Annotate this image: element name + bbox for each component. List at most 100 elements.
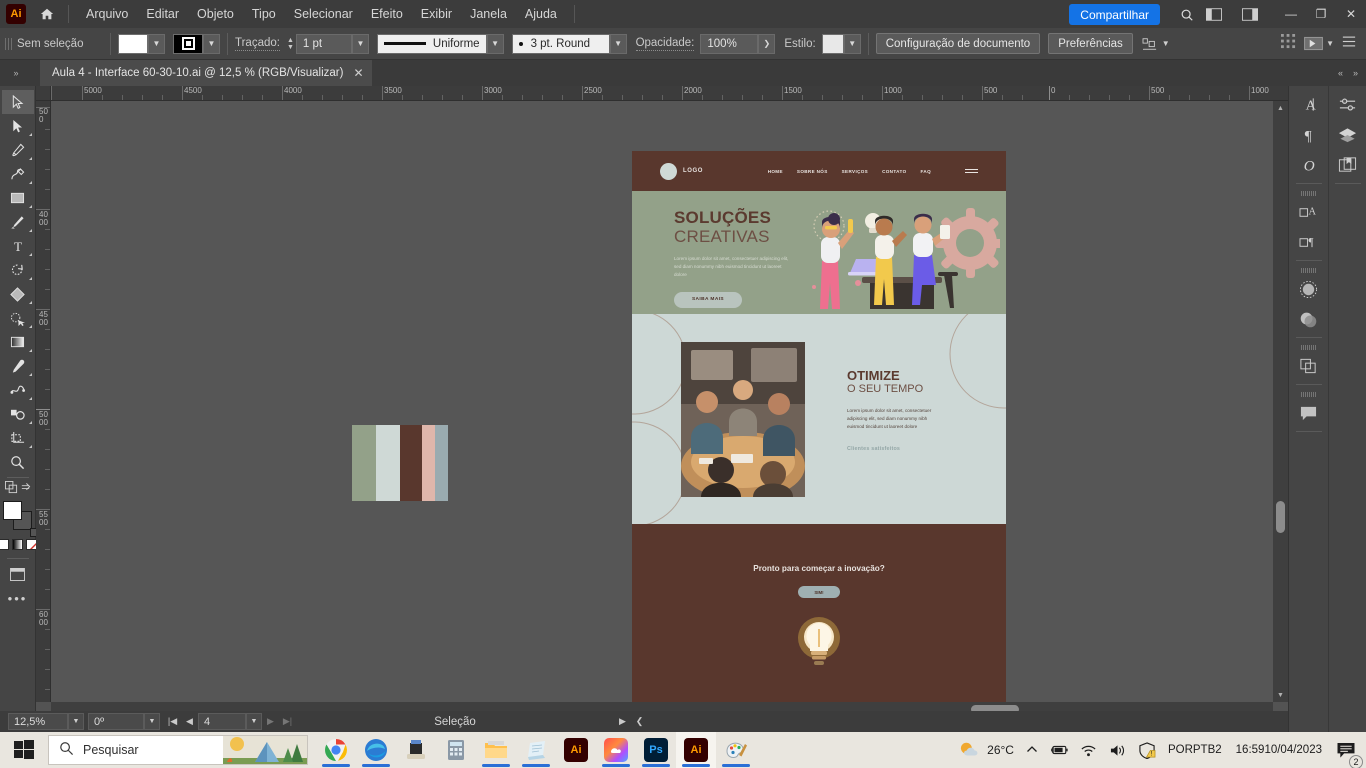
clock-widget[interactable]: 16:59 10/04/2023 <box>1228 732 1330 768</box>
stroke-weight-label[interactable]: Traçado: <box>235 37 280 51</box>
zoom-tool[interactable] <box>2 450 34 474</box>
opacity-flyout[interactable]: ❯ <box>758 33 776 54</box>
align-dropdown-icon[interactable]: ▼ <box>1162 39 1170 48</box>
pathfinder-panel-icon[interactable] <box>1292 351 1326 381</box>
graphic-style-swatch[interactable] <box>821 33 844 54</box>
zoom-level-field[interactable]: 12,5% <box>8 713 68 730</box>
paintbrush-tool[interactable] <box>2 210 34 234</box>
transparency-panel-icon[interactable] <box>1292 304 1326 334</box>
taskbar-app-edge[interactable] <box>356 732 396 768</box>
menu-exibir[interactable]: Exibir <box>412 3 461 25</box>
canvas-vertical-scrollbar[interactable]: ▲ ▼ <box>1273 101 1288 702</box>
character-panel-icon[interactable]: A <box>1292 90 1326 120</box>
wifi-icon[interactable] <box>1074 732 1103 768</box>
stroke-color-swatch[interactable] <box>173 33 203 54</box>
taskbar-app-scanner[interactable] <box>396 732 436 768</box>
taskbar-app-chrome[interactable] <box>316 732 356 768</box>
taskbar-app-illustrator-1[interactable]: Ai <box>556 732 596 768</box>
fill-indicator[interactable] <box>2 501 22 520</box>
graphic-style-dropdown[interactable]: ▼ <box>843 33 861 54</box>
layers-panel-icon[interactable] <box>1331 120 1365 150</box>
volume-icon[interactable] <box>1103 732 1132 768</box>
menu-ajuda[interactable]: Ajuda <box>516 3 566 25</box>
rectangle-tool[interactable] <box>2 186 34 210</box>
previous-artboard-icon[interactable]: ◀ <box>181 712 198 731</box>
stroke-profile-dropdown[interactable]: ▼ <box>486 33 504 54</box>
stroke-weight-dropdown[interactable]: ▼ <box>351 33 369 54</box>
document-tab[interactable]: Aula 4 - Interface 60-30-10.ai @ 12,5 % … <box>40 60 372 86</box>
rotation-field[interactable]: 0º <box>88 713 144 730</box>
battery-icon[interactable] <box>1044 732 1074 768</box>
selection-tool[interactable] <box>1 90 34 114</box>
color-palette-artwork[interactable] <box>352 425 448 501</box>
preferences-button[interactable]: Preferências <box>1048 33 1133 54</box>
stroke-weight-value[interactable]: 1 pt <box>295 33 352 54</box>
close-icon[interactable]: ✕ <box>353 66 363 80</box>
menu-selecionar[interactable]: Selecionar <box>285 3 362 25</box>
align-objects-control[interactable]: ▼ <box>1142 37 1170 51</box>
menu-efeito[interactable]: Efeito <box>362 3 412 25</box>
home-icon[interactable] <box>34 0 60 28</box>
artboard-webpage-design[interactable]: LOGO HOME SOBRE NÓS SERVIÇOS CONTATO FAQ <box>632 151 1006 702</box>
symbol-sprayer-tool[interactable] <box>2 402 34 426</box>
panel-group-grip-4[interactable] <box>1300 392 1317 397</box>
fill-color-swatch[interactable] <box>118 33 148 54</box>
taskbar-app-paint[interactable] <box>716 732 756 768</box>
fill-stroke-indicator[interactable] <box>2 500 39 537</box>
artboard-dropdown[interactable]: ▼ <box>246 713 262 730</box>
direct-selection-tool[interactable] <box>2 114 34 138</box>
maximize-button[interactable]: ❐ <box>1306 0 1336 28</box>
minimize-button[interactable]: — <box>1276 0 1306 28</box>
more-tools-icon[interactable]: ••• <box>2 586 34 610</box>
type-tool[interactable]: T <box>2 234 34 258</box>
panel-group-grip-3[interactable] <box>1300 345 1317 350</box>
swatch-dusty-pink[interactable] <box>422 425 435 501</box>
gradient-tool[interactable] <box>2 330 34 354</box>
arrange-grid-icon[interactable] <box>1281 33 1296 54</box>
swatch-light-gray[interactable] <box>376 425 400 501</box>
document-canvas[interactable]: LOGO HOME SOBRE NÓS SERVIÇOS CONTATO FAQ <box>51 101 1273 702</box>
next-artboard-icon[interactable]: ▶ <box>262 712 279 731</box>
align-panel-icon[interactable]: A <box>1292 197 1326 227</box>
swatch-blue-gray[interactable] <box>435 425 448 501</box>
taskbar-app-notepad[interactable] <box>516 732 556 768</box>
taskbar-search-box[interactable]: Pesquisar <box>48 735 308 765</box>
taskbar-app-creative-cloud[interactable] <box>596 732 636 768</box>
brush-definition-dropdown[interactable]: ▼ <box>609 33 627 54</box>
blend-tool[interactable] <box>2 378 34 402</box>
scroll-down-icon[interactable]: ▼ <box>1273 688 1288 702</box>
security-warning-icon[interactable]: ! <box>1132 732 1162 768</box>
menu-arquivo[interactable]: Arquivo <box>77 3 137 25</box>
status-expand-icon[interactable]: ❮ <box>631 712 648 731</box>
stroke-weight-stepper[interactable]: ▲ ▼ <box>287 37 294 51</box>
properties-panel-icon[interactable] <box>1331 90 1365 120</box>
zoom-level-dropdown[interactable]: ▼ <box>68 713 84 730</box>
vertical-scroll-thumb[interactable] <box>1276 501 1285 533</box>
show-hidden-icons[interactable] <box>1020 732 1044 768</box>
scale-tool[interactable] <box>2 282 34 306</box>
curvature-tool[interactable] <box>2 162 34 186</box>
status-play-icon[interactable]: ▶ <box>614 712 631 731</box>
opacity-label[interactable]: Opacidade: <box>635 37 695 51</box>
taskbar-app-illustrator-2[interactable]: Ai <box>676 732 716 768</box>
edit-toolbar-row[interactable] <box>4 481 31 494</box>
color-mode-color[interactable] <box>0 539 9 550</box>
tab-collapse-icon[interactable]: » <box>0 60 32 86</box>
fill-dropdown[interactable]: ▼ <box>148 33 165 54</box>
appearance-panel-icon[interactable] <box>1292 274 1326 304</box>
vertical-ruler[interactable]: 500 4000 4500 5000 5500 6000 <box>36 101 51 702</box>
last-artboard-icon[interactable]: ▶| <box>279 712 296 731</box>
menu-editar[interactable]: Editar <box>137 3 188 25</box>
artboard-number-field[interactable]: 4 <box>198 713 246 730</box>
stroke-dropdown[interactable]: ▼ <box>203 33 220 54</box>
taskbar-app-calculator[interactable] <box>436 732 476 768</box>
workspace-switcher-icon[interactable] <box>1238 4 1262 25</box>
selection-mode-icon[interactable]: ▼ <box>1304 36 1334 51</box>
swatch-sage-green[interactable] <box>352 425 376 501</box>
rotate-tool[interactable] <box>2 258 34 282</box>
panel-group-grip-1[interactable] <box>1300 191 1317 196</box>
pen-tool[interactable] <box>2 138 34 162</box>
screen-mode-icon[interactable] <box>2 562 34 586</box>
comments-panel-icon[interactable] <box>1292 398 1326 428</box>
horizontal-ruler[interactable]: 5000 4500 4000 3500 3000 2500 2000 1500 … <box>36 86 1288 101</box>
